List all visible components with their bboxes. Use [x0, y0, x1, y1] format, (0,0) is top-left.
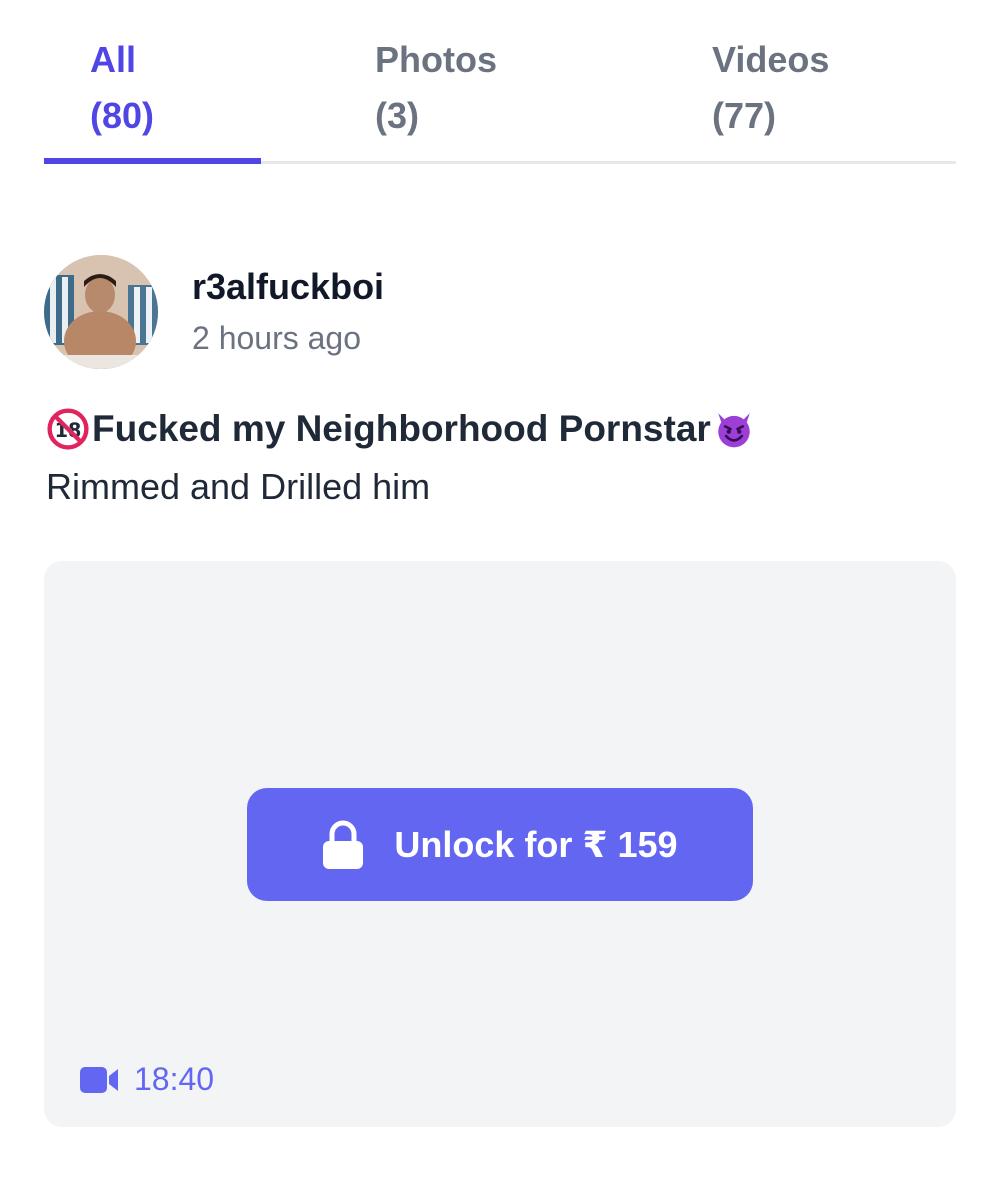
tab-photos-count: (3) [375, 95, 419, 136]
tab-videos-label: Videos [712, 39, 830, 80]
tab-photos[interactable]: Photos (3) [375, 32, 497, 144]
avatar-photo [44, 255, 158, 369]
locked-media-card: Unlock for ₹ 159 18:40 [44, 561, 956, 1127]
media-duration: 18:40 [80, 1061, 214, 1098]
duration-label: 18:40 [134, 1061, 215, 1097]
caption-body: Rimmed and Drilled him [46, 466, 431, 507]
caption-title: 18 Fucked my Neighborhood Pornstar [44, 408, 757, 450]
media-filter-tabs: All (80) Photos (3) Videos (77) [44, 0, 956, 164]
smiling-devil-icon [718, 413, 750, 448]
tab-all[interactable]: All (80) [90, 32, 154, 144]
lock-icon [323, 820, 364, 869]
username[interactable]: r3alfuckboi [192, 266, 384, 308]
unlock-button-label: Unlock for ₹ 159 [394, 823, 678, 865]
active-tab-indicator [44, 158, 261, 164]
tab-videos[interactable]: Videos (77) [712, 32, 829, 144]
post-page: All (80) Photos (3) Videos (77) r3alfuck [0, 0, 1001, 1200]
tab-videos-count: (77) [712, 95, 777, 136]
tab-all-count: (80) [90, 95, 155, 136]
tab-all-label: All [90, 39, 137, 80]
no-under-18-icon: 18 [47, 408, 89, 450]
tab-photos-label: Photos [375, 39, 497, 80]
caption-title-text: Fucked my Neighborhood Pornstar [92, 408, 711, 449]
video-camera-icon [80, 1066, 118, 1093]
post-timestamp: 2 hours ago [192, 320, 362, 356]
avatar[interactable] [44, 255, 158, 369]
unlock-button[interactable]: Unlock for ₹ 159 [247, 788, 753, 901]
